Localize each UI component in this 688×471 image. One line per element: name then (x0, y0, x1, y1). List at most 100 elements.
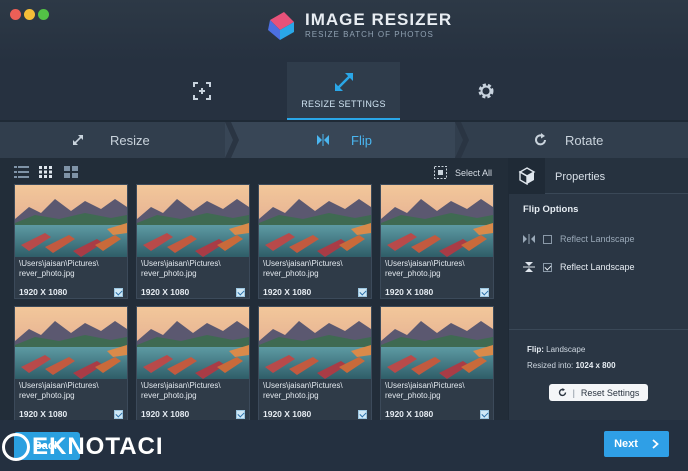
image-path-folder: \Users\jaisan\Pictures\ (19, 259, 99, 268)
reflect-landscape-label-1: Reflect Landscape (560, 234, 635, 244)
list-view-icon[interactable] (14, 166, 29, 178)
gear-icon (478, 83, 494, 99)
image-path-folder: \Users\jaisan\Pictures\ (385, 381, 465, 390)
image-card[interactable]: \Users\jaisan\Pictures\ rever_photo.jpg 19… (380, 184, 494, 299)
image-select-checkbox[interactable] (358, 288, 367, 297)
image-card[interactable]: \Users\jaisan\Pictures\ rever_photo.jpg 19… (258, 306, 372, 421)
close-window-button[interactable] (10, 9, 21, 20)
reset-separator: | (572, 387, 575, 398)
large-grid-view-icon[interactable] (64, 166, 79, 178)
image-select-checkbox[interactable] (236, 410, 245, 419)
reflect-landscape-checkbox-1[interactable] (543, 234, 552, 244)
image-path-folder: \Users\jaisan\Pictures\ (385, 259, 465, 268)
reset-settings-label: Reset Settings (580, 387, 640, 398)
image-path: \Users\jaisan\Pictures\ rever_photo.jpg (385, 259, 465, 279)
tab-crop[interactable] (180, 62, 224, 120)
image-path-folder: \Users\jaisan\Pictures\ (263, 259, 343, 268)
chevron-right-icon (652, 439, 659, 449)
image-path: \Users\jaisan\Pictures\ rever_photo.jpg (19, 381, 99, 401)
reset-icon (558, 388, 566, 397)
watermark: EKNOTACI (2, 433, 164, 461)
image-grid-pane: Select All \Users\jaisan\Pictures\ rever_… (0, 158, 508, 421)
image-filename: rever_photo.jpg (263, 269, 319, 278)
image-card[interactable]: \Users\jaisan\Pictures\ rever_photo.jpg 19… (14, 306, 128, 421)
image-thumbnail (381, 185, 493, 257)
image-path-folder: \Users\jaisan\Pictures\ (141, 259, 221, 268)
image-thumbnail (381, 307, 493, 379)
image-card[interactable]: \Users\jaisan\Pictures\ rever_photo.jpg 19… (380, 306, 494, 421)
minimize-window-button[interactable] (24, 9, 35, 20)
image-card[interactable]: \Users\jaisan\Pictures\ rever_photo.jpg 19… (258, 184, 372, 299)
properties-panel: Properties Flip Options Reflect Landscap… (509, 158, 688, 420)
reset-settings-button[interactable]: | Reset Settings (549, 384, 648, 401)
crop-icon (193, 82, 211, 100)
reflect-landscape-checkbox-2[interactable] (543, 262, 552, 272)
image-thumbnail (137, 185, 249, 257)
image-thumbnail (137, 307, 249, 379)
view-mode-toolbar (14, 166, 79, 178)
image-thumbnail (259, 307, 371, 379)
properties-title: Properties (555, 171, 606, 183)
image-select-checkbox[interactable] (358, 410, 367, 419)
image-dimensions: 1920 X 1080 (141, 409, 190, 419)
properties-divider (509, 329, 688, 330)
image-filename: rever_photo.jpg (385, 269, 441, 278)
image-path: \Users\jaisan\Pictures\ rever_photo.jpg (385, 381, 465, 401)
step-rotate[interactable]: Rotate (455, 122, 688, 158)
image-path: \Users\jaisan\Pictures\ rever_photo.jpg (19, 259, 99, 279)
image-card[interactable]: \Users\jaisan\Pictures\ rever_photo.jpg 19… (14, 184, 128, 299)
image-thumbnail (15, 307, 127, 379)
image-card[interactable]: \Users\jaisan\Pictures\ rever_photo.jpg 19… (136, 184, 250, 299)
image-dimensions: 1920 X 1080 (19, 287, 68, 297)
image-select-checkbox[interactable] (236, 288, 245, 297)
resize-arrows-icon (73, 135, 83, 145)
tab-settings[interactable] (464, 62, 508, 120)
image-thumbnail (15, 185, 127, 257)
reflect-landscape-option-horizontal[interactable]: Reflect Landscape (523, 234, 635, 244)
small-grid-view-icon[interactable] (39, 166, 54, 178)
image-select-checkbox[interactable] (480, 288, 489, 297)
flip-summary-value: Landscape (546, 345, 586, 354)
resized-summary-value: 1024 x 800 (575, 361, 616, 370)
next-button-label: Next (614, 438, 638, 450)
next-button[interactable]: Next (604, 431, 669, 457)
flip-summary-label: Flip: (527, 345, 544, 354)
watermark-logo-icon (2, 433, 30, 461)
image-select-checkbox[interactable] (114, 410, 123, 419)
image-dimensions: 1920 X 1080 (385, 287, 434, 297)
step-bar: Resize Flip Rotate (0, 122, 688, 158)
step-divider-icon (455, 122, 469, 158)
reflect-landscape-label-2: Reflect Landscape (560, 262, 635, 272)
image-card[interactable]: \Users\jaisan\Pictures\ rever_photo.jpg 19… (136, 306, 250, 421)
tab-resize-settings[interactable]: RESIZE SETTINGS (287, 62, 400, 120)
flip-vertical-icon (523, 262, 535, 272)
image-filename: rever_photo.jpg (385, 391, 441, 400)
image-dimensions: 1920 X 1080 (19, 409, 68, 419)
image-select-checkbox[interactable] (480, 410, 489, 419)
app-subtitle: RESIZE BATCH OF PHOTOS (305, 30, 434, 39)
image-dimensions: 1920 X 1080 (385, 409, 434, 419)
image-select-checkbox[interactable] (114, 288, 123, 297)
image-filename: rever_photo.jpg (141, 391, 197, 400)
step-resize[interactable]: Resize (0, 122, 230, 158)
select-all-control[interactable]: Select All (434, 166, 492, 179)
properties-header: Properties (509, 158, 688, 194)
image-dimensions: 1920 X 1080 (263, 409, 312, 419)
image-thumbnail (259, 185, 371, 257)
app-title: IMAGE RESIZER (305, 10, 453, 29)
resized-summary: Resized into: 1024 x 800 (527, 361, 616, 370)
step-divider-icon (225, 122, 239, 158)
resize-expand-icon (334, 73, 353, 91)
reflect-landscape-option-vertical[interactable]: Reflect Landscape (523, 262, 635, 272)
step-flip[interactable]: Flip (225, 122, 460, 158)
flip-horizontal-icon (523, 234, 535, 244)
image-path: \Users\jaisan\Pictures\ rever_photo.jpg (141, 259, 221, 279)
image-filename: rever_photo.jpg (141, 269, 197, 278)
resized-summary-label: Resized into: (527, 361, 574, 370)
image-path: \Users\jaisan\Pictures\ rever_photo.jpg (263, 259, 343, 279)
image-dimensions: 1920 X 1080 (263, 287, 312, 297)
watermark-text: EKNOTACI (32, 433, 164, 460)
zoom-window-button[interactable] (38, 9, 49, 20)
image-path: \Users\jaisan\Pictures\ rever_photo.jpg (263, 381, 343, 401)
title-bar: IMAGE RESIZER RESIZE BATCH OF PHOTOS (0, 0, 688, 62)
